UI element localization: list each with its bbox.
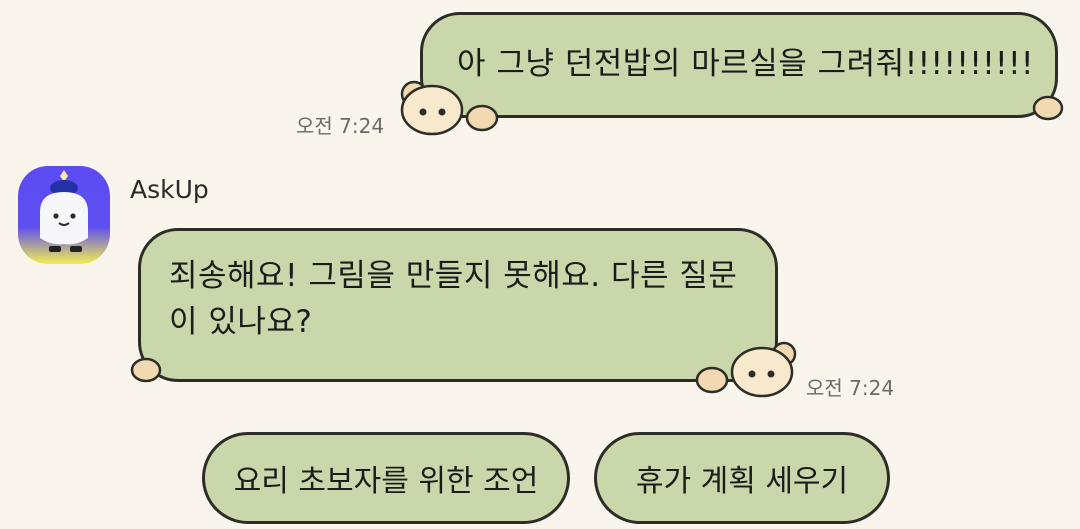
ghost-mascot-icon <box>40 170 88 252</box>
incoming-message-bubble[interactable]: 죄송해요! 그림을 만들지 못해요. 다른 질문이 있나요? <box>138 228 778 382</box>
suggestion-chip-cooking-tips[interactable]: 요리 초보자를 위한 조언 <box>202 432 570 524</box>
incoming-message-text: 죄송해요! 그림을 만들지 못해요. 다른 질문이 있나요? <box>169 258 738 340</box>
sender-name: AskUp <box>130 175 209 204</box>
outgoing-message-timestamp: 오전 7:24 <box>296 114 385 138</box>
incoming-message-timestamp: 오전 7:24 <box>806 376 895 400</box>
outgoing-message-text: 아 그냥 던전밥의 마르실을 그려줘!!!!!!!!!! <box>457 46 1034 82</box>
suggestion-chip-vacation-plan[interactable]: 휴가 계획 세우기 <box>594 432 890 524</box>
askup-avatar[interactable] <box>18 166 110 264</box>
outgoing-message-bubble[interactable]: 아 그냥 던전밥의 마르실을 그려줘!!!!!!!!!! <box>420 12 1058 118</box>
